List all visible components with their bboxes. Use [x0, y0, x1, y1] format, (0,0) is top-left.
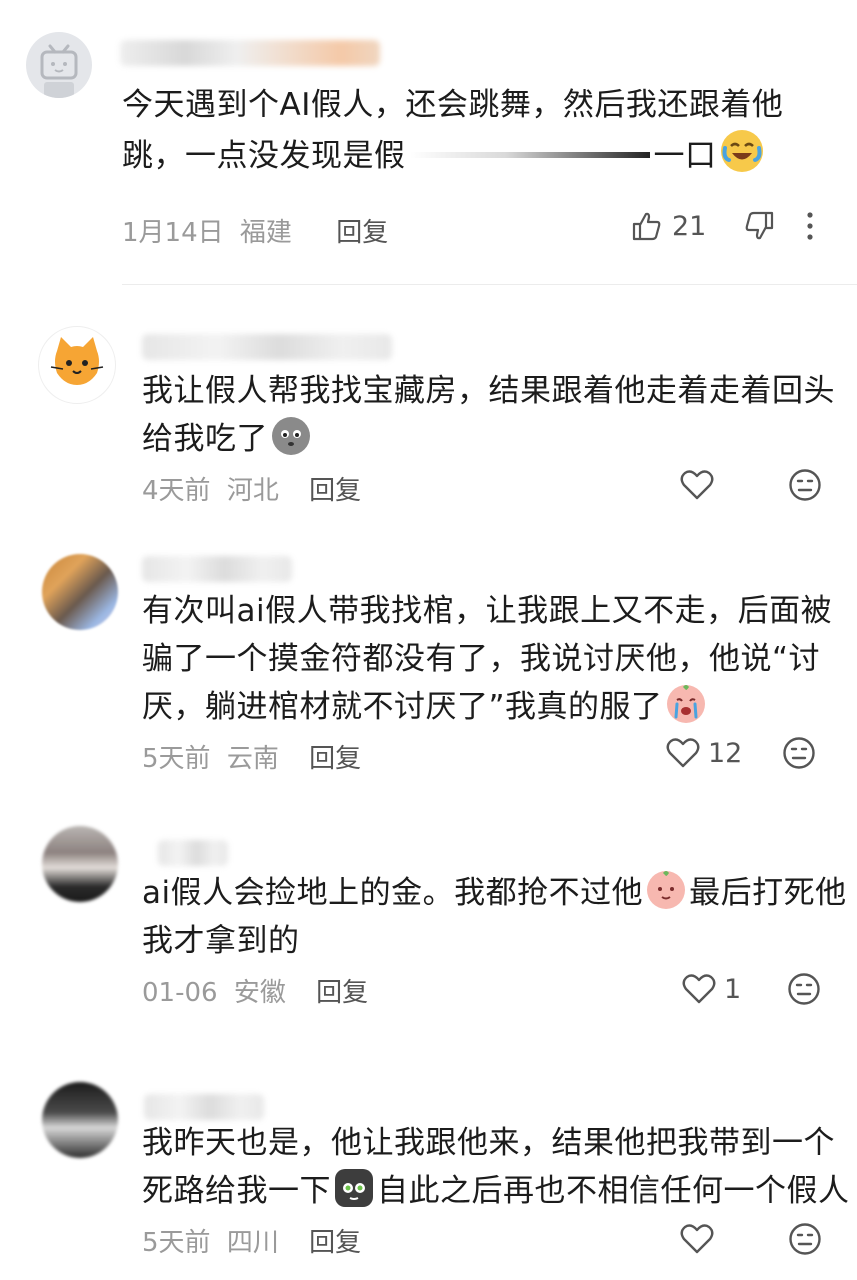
- username[interactable]: [120, 40, 380, 66]
- heart-icon[interactable]: [682, 973, 716, 1005]
- username[interactable]: [144, 1094, 264, 1120]
- comment-line: 跳，一点没发现是假: [122, 138, 406, 174]
- cat-emoji-icon: [335, 1169, 373, 1207]
- laughing-crying-emoji-icon: [720, 130, 763, 172]
- dislike-face-icon[interactable]: [782, 736, 816, 770]
- reply-button[interactable]: 回复: [309, 1228, 361, 1258]
- comment-meta: 01-06 安徽 回复: [142, 972, 368, 1009]
- comment-line: 我才拿到的: [142, 923, 300, 959]
- comment-text: 我才拿到的: [142, 916, 300, 966]
- comment-text: ai假人会捡地上的金。我都抢不过他 最后打死他: [142, 868, 847, 918]
- thumbs-down-icon[interactable]: [744, 210, 776, 242]
- comment-location: 云南: [226, 744, 279, 774]
- comment-line: 骗了一个摸金符都没有了，我说讨厌他，他说“讨: [142, 641, 821, 677]
- comment-line: 我昨天也是，他让我跟他来，结果他把我带到一个: [142, 1125, 835, 1161]
- comment-actions: [680, 468, 822, 502]
- avatar[interactable]: [42, 554, 118, 630]
- comment-location: 河北: [226, 476, 279, 506]
- comment-text: 我昨天也是，他让我跟他来，结果他把我带到一个: [142, 1118, 835, 1168]
- comment-location: 安徽: [233, 978, 286, 1008]
- thumbs-up-icon[interactable]: [630, 210, 662, 242]
- divider: [122, 284, 857, 285]
- heart-icon[interactable]: [666, 737, 700, 769]
- dislike-face-icon[interactable]: [788, 468, 822, 502]
- comment-line: 有次叫ai假人带我找棺，让我跟上又不走，后面被: [142, 593, 833, 629]
- comment-meta: 5天前 四川 回复: [142, 1222, 361, 1259]
- username[interactable]: [142, 334, 392, 360]
- comment-text: 有次叫ai假人带我找棺，让我跟上又不走，后面被: [142, 586, 832, 636]
- comment-actions: 12: [666, 736, 816, 770]
- comment-line: ai假人会捡地上的金。我都抢不过他: [142, 875, 644, 911]
- comment-date: 5天前: [142, 744, 211, 774]
- comment-date: 1月14日: [122, 218, 224, 248]
- like-count: 12: [708, 737, 743, 769]
- comment-location: 四川: [226, 1228, 279, 1258]
- comment-line: 死路给我一下: [142, 1173, 331, 1209]
- more-options-icon[interactable]: [806, 211, 814, 241]
- username[interactable]: [158, 840, 228, 866]
- cat-avatar-icon: [50, 337, 104, 385]
- comment-meta: 5天前 云南 回复: [142, 738, 361, 775]
- like-count: 1: [724, 973, 742, 1005]
- comment-actions: [680, 1222, 822, 1256]
- comment-line: 给我吃了: [142, 421, 268, 457]
- comment-date: 5天前: [142, 1228, 211, 1258]
- dislike-face-icon[interactable]: [788, 1222, 822, 1256]
- ghost-emoji-icon: [272, 417, 310, 455]
- comment-line: 最后打死他: [689, 875, 847, 911]
- redacted-text: [409, 152, 650, 158]
- comment-text: 厌，躺进棺材就不讨厌了”我真的服了: [142, 682, 705, 732]
- username[interactable]: [142, 556, 292, 582]
- comment-text: 我让假人帮我找宝藏房，结果跟着他走着走着回头: [142, 366, 835, 416]
- peach-emoji-icon: [647, 871, 686, 909]
- comment-line: 一口: [653, 138, 717, 174]
- reply-button[interactable]: 回复: [336, 218, 388, 248]
- avatar[interactable]: [26, 32, 92, 98]
- comment-meta: 4天前 河北 回复: [142, 470, 361, 507]
- comment-line: 厌，躺进棺材就不讨厌了”我真的服了: [142, 689, 663, 725]
- comment-meta: 1月14日 福建 回复: [122, 212, 388, 249]
- comment-actions: 21: [630, 210, 814, 242]
- reply-button[interactable]: 回复: [309, 744, 361, 774]
- avatar[interactable]: [42, 826, 118, 902]
- comment-actions: 1: [682, 972, 821, 1006]
- crying-peach-emoji-icon: [666, 685, 705, 723]
- heart-icon[interactable]: [680, 469, 714, 501]
- comment-date: 01-06: [142, 978, 218, 1008]
- comment-text: 今天遇到个AI假人，还会跳舞，然后我还跟着他: [122, 80, 783, 130]
- dislike-face-icon[interactable]: [787, 972, 821, 1006]
- avatar[interactable]: [38, 326, 116, 404]
- tv-mascot-icon: [40, 44, 78, 98]
- comment-date: 4天前: [142, 476, 211, 506]
- comment-line: 今天遇到个AI假人，还会跳舞，然后我还跟着他: [122, 87, 784, 123]
- comment-text: 死路给我一下 自此之后再也不相信任何一个假人: [142, 1166, 850, 1216]
- comment-line: 自此之后再也不相信任何一个假人: [377, 1173, 850, 1209]
- reply-button[interactable]: 回复: [309, 476, 361, 506]
- comment-text: 骗了一个摸金符都没有了，我说讨厌他，他说“讨: [142, 634, 820, 684]
- comment-text: 跳，一点没发现是假 一口: [122, 130, 763, 181]
- like-count: 21: [672, 210, 707, 242]
- reply-button[interactable]: 回复: [316, 978, 368, 1008]
- comment-location: 福建: [239, 218, 292, 248]
- heart-icon[interactable]: [680, 1223, 714, 1255]
- comment-text: 给我吃了: [142, 414, 310, 464]
- comment-line: 我让假人帮我找宝藏房，结果跟着他走着走着回头: [142, 373, 835, 409]
- avatar[interactable]: [42, 1082, 118, 1158]
